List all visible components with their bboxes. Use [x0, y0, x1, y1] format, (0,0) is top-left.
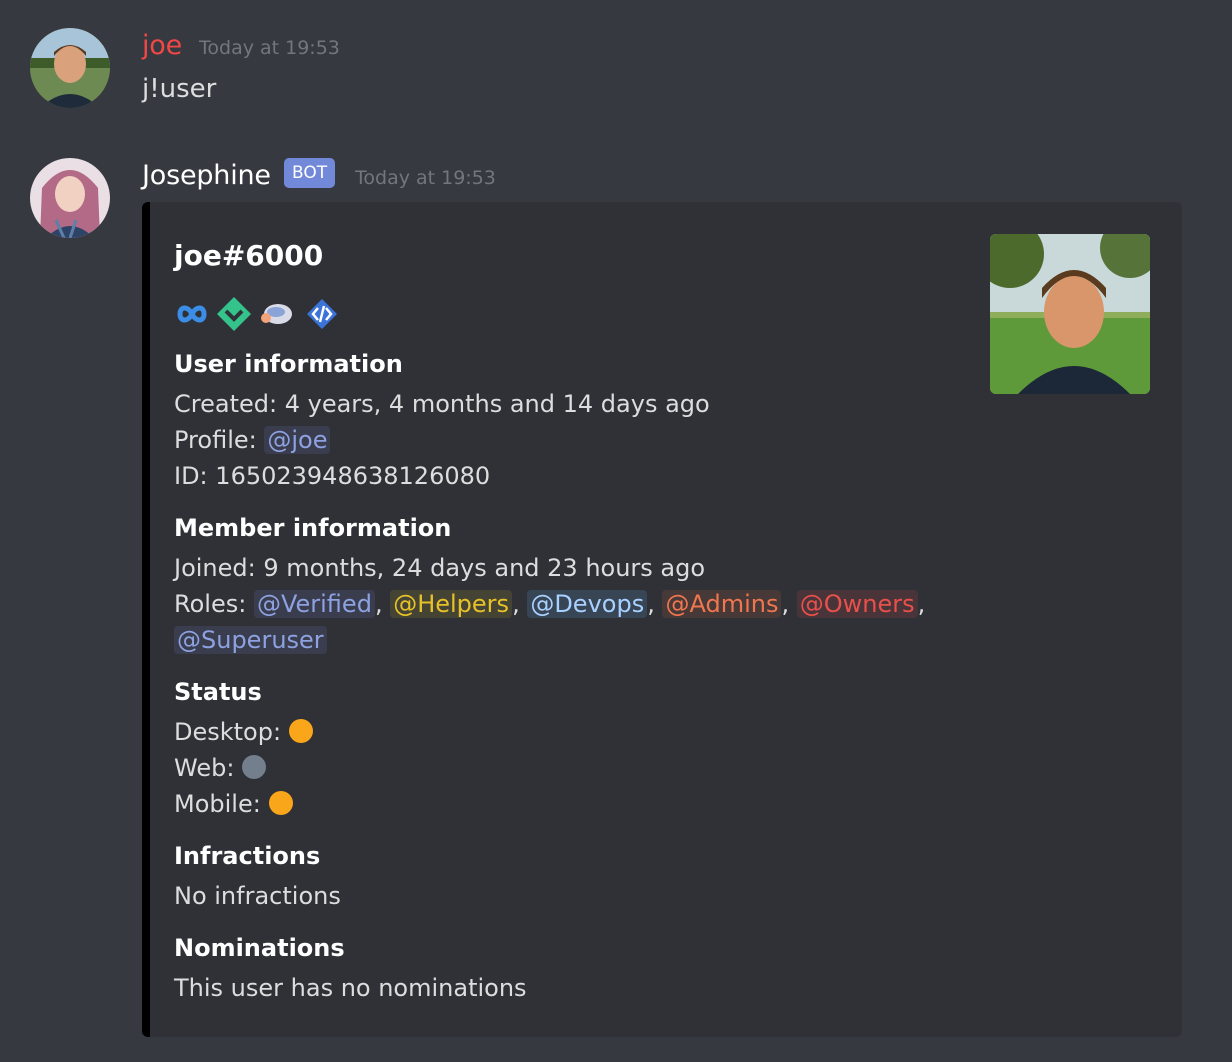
joined-line: Joined: 9 months, 24 days and 23 hours a…: [174, 550, 705, 586]
joe-avatar[interactable]: [30, 28, 110, 108]
created-label: Created:: [174, 390, 278, 418]
user-thumbnail: [990, 234, 1150, 394]
nominations-text: This user has no nominations: [174, 974, 527, 1002]
web-status-icon: [242, 755, 267, 779]
role-superuser[interactable]: @Superuser: [174, 626, 327, 654]
message-timestamp: Today at 19:53: [355, 167, 496, 189]
early-supporter-icon: [217, 297, 251, 331]
josephine-avatar[interactable]: [30, 158, 110, 238]
joe-username[interactable]: joe: [142, 30, 182, 62]
role-separator: ,: [781, 590, 797, 618]
member-information-heading: Member information: [174, 514, 452, 542]
desktop-status-line: Desktop:: [174, 714, 314, 750]
profile-mention[interactable]: @joe: [264, 426, 331, 454]
user-information-heading: User information: [174, 350, 403, 378]
roles-line: Roles: @Verified, @Helpers, @Devops, @Ad…: [174, 586, 925, 622]
infractions-heading: Infractions: [174, 842, 321, 870]
role-admins[interactable]: @Admins: [662, 590, 782, 618]
role-separator: ,: [512, 590, 528, 618]
mobile-label: Mobile:: [174, 790, 261, 818]
nitro-icon: [261, 304, 292, 324]
mobile-status-icon: [268, 791, 293, 815]
role-separator: ,: [647, 590, 663, 618]
web-status-line: Web:: [174, 750, 267, 786]
roles-label: Roles:: [174, 590, 247, 618]
role-owners[interactable]: @Owners: [796, 590, 918, 618]
role-verified[interactable]: @Verified: [253, 590, 375, 618]
developer-badge-icon: [307, 299, 337, 329]
desktop-label: Desktop:: [174, 718, 282, 746]
id-line: ID: 165023948638126080: [174, 458, 490, 494]
profile-line: Profile: @joe: [174, 422, 331, 458]
bot-tag: BOT: [284, 158, 336, 188]
role-separator: ,: [917, 590, 926, 618]
joined-value: 9 months, 24 days and 23 hours ago: [263, 554, 706, 582]
message-timestamp: Today at 19:53: [199, 37, 340, 59]
message-text: j!user: [142, 74, 217, 104]
infractions-text: No infractions: [174, 882, 341, 910]
profile-label: Profile:: [174, 426, 257, 454]
josephine-username[interactable]: Josephine: [142, 160, 271, 192]
id-label: ID:: [174, 462, 208, 490]
id-value: 165023948638126080: [215, 462, 491, 490]
web-label: Web:: [174, 754, 235, 782]
role-helpers[interactable]: @Helpers: [390, 590, 513, 618]
desktop-status-icon: [289, 719, 314, 743]
embed-title: joe#6000: [174, 239, 324, 272]
roles-line-2: @Superuser: [174, 622, 327, 658]
nominations-heading: Nominations: [174, 934, 345, 962]
hypesquad-balance-icon: [177, 305, 207, 323]
role-devops[interactable]: @Devops: [527, 590, 648, 618]
mobile-status-line: Mobile:: [174, 786, 293, 822]
user-info-embed: joe#6000 User information Created: 4 yea…: [142, 202, 1182, 1037]
joined-label: Joined:: [174, 554, 256, 582]
created-value: 4 years, 4 months and 14 days ago: [284, 390, 710, 418]
created-line: Created: 4 years, 4 months and 14 days a…: [174, 386, 710, 422]
role-separator: ,: [374, 590, 391, 618]
status-heading: Status: [174, 678, 262, 706]
